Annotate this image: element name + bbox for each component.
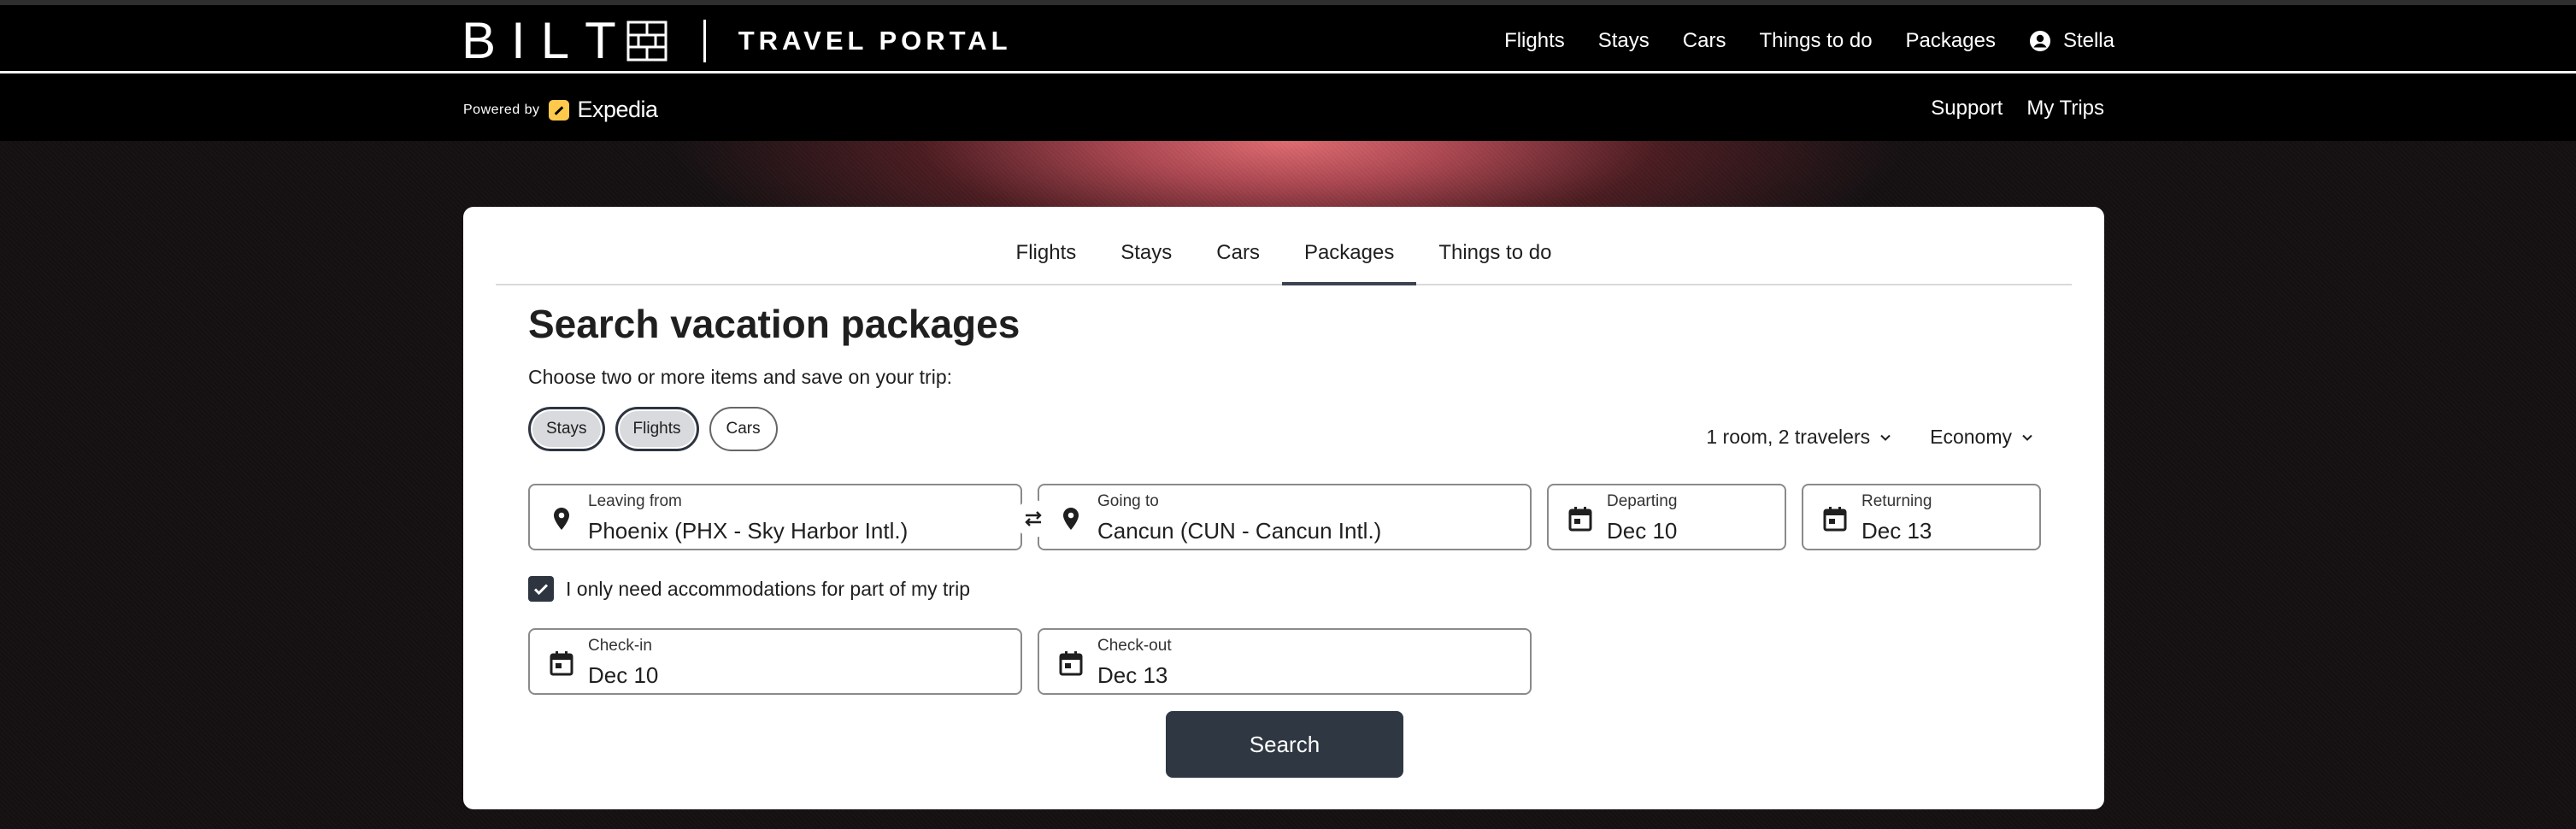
user-menu[interactable]: Stella: [2029, 29, 2114, 53]
cabin-class-dropdown[interactable]: Economy: [1930, 426, 2034, 449]
travelers-value: 1 room, 2 travelers: [1706, 426, 1871, 448]
check-in-value: Dec 10: [588, 662, 659, 688]
partial-stay-label[interactable]: I only need accommodations for part of m…: [566, 578, 970, 601]
calendar-icon: [1568, 507, 1592, 532]
nav-stays[interactable]: Stays: [1598, 29, 1650, 53]
returning-label: Returning: [1861, 492, 1932, 510]
going-to-label: Going to: [1097, 492, 1159, 510]
calendar-icon: [550, 651, 573, 676]
tab-flights[interactable]: Flights: [994, 241, 1099, 284]
partial-stay-option: I only need accommodations for part of m…: [528, 576, 970, 602]
check-out-value: Dec 13: [1097, 662, 1168, 688]
brick-logo-icon: [626, 21, 668, 62]
bilt-logo[interactable]: B I L T TRAVEL PORTAL: [462, 15, 1012, 67]
swap-locations-button[interactable]: [1015, 500, 1052, 538]
tab-cars[interactable]: Cars: [1194, 241, 1282, 284]
leaving-from-field[interactable]: Leaving from Phoenix (PHX - Sky Harbor I…: [528, 484, 1022, 550]
cabin-class-value: Economy: [1930, 426, 2012, 448]
logo-letter: B: [462, 12, 497, 69]
logo-letter: L: [540, 12, 570, 69]
page-title: Search vacation packages: [528, 302, 1020, 346]
powered-by: Powered by Expedia: [463, 97, 658, 123]
check-out-label: Check-out: [1097, 637, 1172, 655]
nav-packages[interactable]: Packages: [1906, 29, 1996, 53]
departing-value: Dec 10: [1607, 518, 1678, 544]
check-out-field[interactable]: Check-out Dec 13: [1038, 628, 1532, 695]
expedia-logo-icon: [548, 99, 569, 121]
check-in-label: Check-in: [588, 637, 652, 655]
sub-nav: Support My Trips: [1931, 97, 2104, 121]
nav-flights[interactable]: Flights: [1504, 29, 1565, 53]
departing-label: Departing: [1607, 492, 1678, 510]
powered-by-label: Powered by: [463, 102, 540, 117]
expedia-name: Expedia: [577, 97, 659, 122]
leaving-from-label: Leaving from: [588, 492, 682, 510]
checkmark-icon: [533, 584, 549, 596]
tab-things-to-do[interactable]: Things to do: [1416, 241, 1573, 284]
chip-flights[interactable]: Flights: [615, 407, 699, 451]
search-tabs: Flights Stays Cars Packages Things to do: [496, 207, 2072, 285]
logo-product-name: TRAVEL PORTAL: [738, 26, 1012, 56]
chevron-down-icon: [1880, 434, 1891, 441]
calendar-icon: [1823, 507, 1847, 532]
nav-things-to-do[interactable]: Things to do: [1759, 29, 1872, 53]
account-icon: [2029, 31, 2050, 51]
going-to-value: Cancun (CUN - Cancun Intl.): [1097, 518, 1382, 544]
partial-stay-checkbox[interactable]: [528, 576, 554, 602]
check-in-field[interactable]: Check-in Dec 10: [528, 628, 1022, 695]
swap-icon: [1025, 511, 1042, 526]
returning-value: Dec 13: [1861, 518, 1932, 544]
sub-header: Powered by Expedia Support My Trips: [0, 76, 2576, 141]
calendar-icon: [1059, 651, 1083, 676]
nav-cars[interactable]: Cars: [1683, 29, 1726, 53]
logo-wordmark: B I L T: [462, 15, 616, 67]
support-link[interactable]: Support: [1931, 97, 2003, 121]
chevron-down-icon: [2022, 434, 2032, 441]
logo-letter: I: [511, 12, 526, 69]
leaving-from-value: Phoenix (PHX - Sky Harbor Intl.): [588, 518, 909, 544]
chip-cars[interactable]: Cars: [709, 407, 778, 451]
package-instructions: Choose two or more items and save on you…: [528, 366, 953, 388]
departing-date-field[interactable]: Departing Dec 10: [1547, 484, 1786, 550]
map-pin-icon: [554, 508, 569, 530]
logo-divider: [703, 20, 706, 62]
travelers-dropdown[interactable]: 1 room, 2 travelers: [1706, 426, 1892, 449]
my-trips-link[interactable]: My Trips: [2026, 97, 2104, 121]
going-to-field[interactable]: Going to Cancun (CUN - Cancun Intl.): [1038, 484, 1532, 550]
logo-letter: T: [585, 12, 616, 69]
search-button[interactable]: Search: [1166, 711, 1403, 778]
user-name: Stella: [2062, 29, 2114, 52]
search-card: Flights Stays Cars Packages Things to do…: [463, 207, 2104, 809]
top-header: B I L T TRAVEL PORTAL Flights Stays Cars…: [0, 0, 2576, 73]
map-pin-icon: [1063, 508, 1079, 530]
main-nav: Flights Stays Cars Things to do Packages…: [1504, 29, 2114, 53]
package-item-chips: Stays Flights Cars: [528, 407, 778, 451]
tab-stays[interactable]: Stays: [1098, 241, 1194, 284]
tab-packages[interactable]: Packages: [1281, 241, 1417, 285]
chip-stays[interactable]: Stays: [528, 407, 605, 451]
returning-date-field[interactable]: Returning Dec 13: [1802, 484, 2041, 550]
trip-options: 1 room, 2 travelers Economy: [1706, 426, 2034, 449]
